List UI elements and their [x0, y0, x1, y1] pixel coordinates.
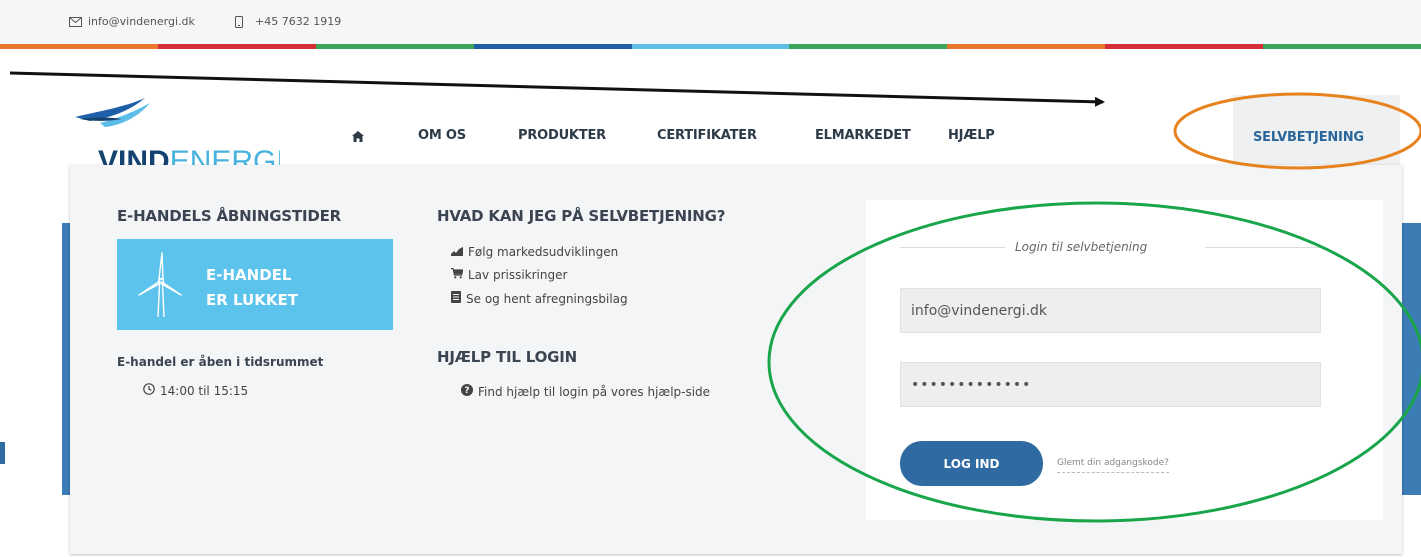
ehandel-status-text: E-HANDEL ER LUKKET — [206, 263, 298, 313]
help-link[interactable]: ? Find hjælp til login på vores hjælp-si… — [461, 384, 710, 399]
stripe-segment — [1105, 44, 1264, 49]
login-title: Login til selvbetjening — [1015, 240, 1148, 254]
stripe-segment — [315, 44, 474, 49]
color-stripe — [0, 44, 1421, 49]
feature-item-afregning[interactable]: Se og hent afregningsbilag — [451, 291, 628, 306]
forgot-password-link[interactable]: Glemt din adgangskode? — [1057, 458, 1169, 473]
feature-item-label: Se og hent afregningsbilag — [466, 291, 628, 306]
password-field[interactable]: ••••••••••••• — [900, 362, 1321, 407]
nav-om-os[interactable]: OM OS — [418, 128, 466, 143]
ehandel-line2: ER LUKKET — [206, 291, 298, 309]
nav-elmarkedet[interactable]: ELMARKEDET — [815, 128, 911, 143]
stripe-segment — [0, 44, 158, 49]
contact-email[interactable]: info@vindenergi.dk — [69, 15, 195, 28]
stripe-segment — [947, 44, 1106, 49]
help-link-text: Find hjælp til login på vores hjælp-side — [478, 384, 711, 399]
ehandel-time-text: 14:00 til 15:15 — [160, 383, 249, 398]
logo-text: VINDENERGI — [98, 145, 280, 165]
contact-email-text: info@vindenergi.dk — [88, 15, 195, 28]
nav-produkter[interactable]: PRODUKTER — [518, 128, 606, 143]
stripe-segment — [157, 44, 316, 49]
area-chart-icon — [451, 245, 463, 259]
login-button[interactable]: LOG IND — [900, 441, 1043, 486]
contact-phone[interactable]: +45 7632 1919 — [235, 15, 341, 28]
svg-text:?: ? — [464, 386, 469, 396]
envelope-icon — [69, 16, 82, 27]
stripe-segment — [789, 44, 948, 49]
ehandel-heading: E-HANDELS ÅBNINGSTIDER — [117, 207, 341, 225]
home-icon[interactable] — [352, 129, 364, 147]
clock-icon — [143, 383, 155, 398]
nav-selvbetjening[interactable]: SELVBETJENING — [1253, 130, 1364, 145]
ehandel-time: 14:00 til 15:15 — [143, 383, 248, 398]
mobile-phone-icon — [235, 15, 243, 28]
feature-item-label: Følg markedsudviklingen — [468, 245, 619, 259]
wind-turbine-icon — [137, 251, 183, 322]
login-title-divider — [900, 247, 1005, 248]
logo[interactable]: VINDENERGI — [70, 95, 280, 165]
ehandel-line1: E-HANDEL — [206, 266, 292, 284]
help-heading: HJÆLP TIL LOGIN — [437, 348, 577, 366]
email-field-value: info@vindenergi.dk — [911, 302, 1048, 319]
email-field[interactable]: info@vindenergi.dk — [900, 288, 1321, 333]
feature-item-prissikring[interactable]: Lav prissikringer — [451, 267, 568, 282]
nav-hjaelp[interactable]: HJÆLP — [948, 128, 995, 143]
ehandel-open-label: E-handel er åben i tidsrummet — [117, 355, 324, 369]
contact-phone-text: +45 7632 1919 — [255, 15, 342, 28]
logo-swoosh-icon — [75, 98, 150, 127]
login-title-divider — [1205, 247, 1321, 248]
contact-bar: info@vindenergi.dk +45 7632 1919 — [0, 0, 1421, 49]
stripe-segment — [1263, 44, 1421, 49]
features-heading: HVAD KAN JEG PÅ SELVBETJENING? — [437, 207, 726, 225]
document-icon — [451, 291, 461, 306]
feature-item-label: Lav prissikringer — [468, 268, 568, 282]
stripe-segment — [473, 44, 632, 49]
left-edge-fragment — [0, 442, 5, 464]
nav-certifikater[interactable]: CERTIFIKATER — [657, 128, 757, 143]
password-field-value: ••••••••••••• — [911, 376, 1032, 393]
shopping-cart-icon — [451, 267, 464, 282]
feature-item-market[interactable]: Følg markedsudviklingen — [451, 245, 618, 259]
question-circle-icon: ? — [461, 384, 473, 399]
stripe-segment — [631, 44, 790, 49]
